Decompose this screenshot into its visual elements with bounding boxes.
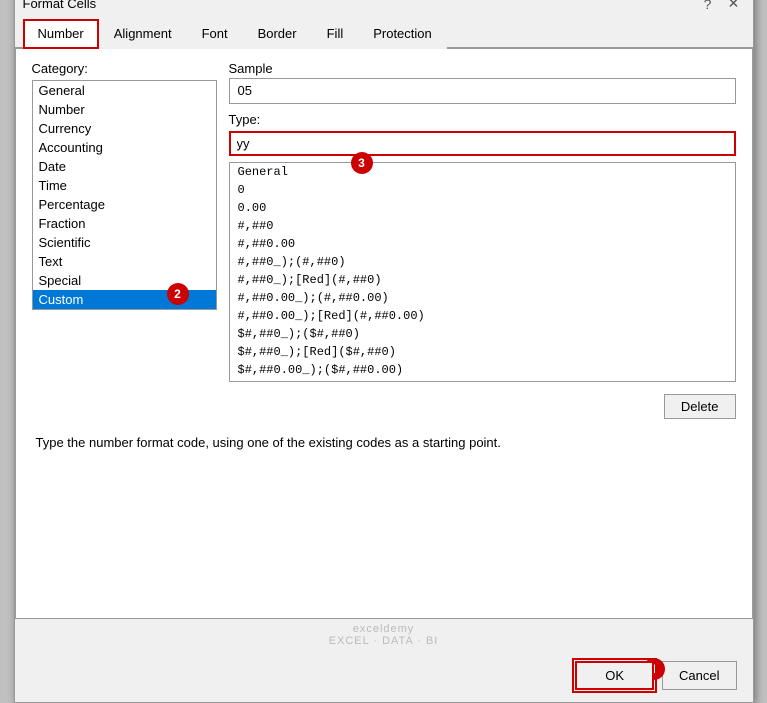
tab-fill[interactable]: Fill: [312, 19, 359, 49]
dialog-title: Format Cells: [23, 0, 97, 11]
category-item-text[interactable]: Text: [33, 252, 216, 271]
format-item-hash0[interactable]: #,##0: [230, 217, 735, 235]
title-bar: Format Cells ? ✕: [15, 0, 753, 19]
badge-3: 3: [351, 152, 373, 174]
format-item-4[interactable]: #,##0.00_);[Red](#,##0.00): [230, 307, 735, 325]
category-item-scientific[interactable]: Scientific: [33, 233, 216, 252]
tab-bar: Number Alignment Font Border Fill Protec…: [15, 19, 753, 49]
tab-alignment[interactable]: Alignment: [99, 19, 187, 49]
help-button[interactable]: ?: [697, 0, 719, 15]
category-item-number[interactable]: Number: [33, 100, 216, 119]
format-item-general[interactable]: General: [230, 163, 735, 181]
category-item-percentage[interactable]: Percentage: [33, 195, 216, 214]
tab-number[interactable]: Number: [23, 19, 99, 49]
tab-border[interactable]: Border: [243, 19, 312, 49]
format-item-7[interactable]: $#,##0.00_);($#,##0.00): [230, 361, 735, 379]
category-item-time[interactable]: Time: [33, 176, 216, 195]
watermark: exceldemy EXCEL · DATA · BI: [15, 619, 753, 649]
sample-value: 05: [229, 78, 736, 104]
badge-2: 2: [167, 283, 189, 305]
format-item-6[interactable]: $#,##0_);[Red]($#,##0): [230, 343, 735, 361]
category-item-accounting[interactable]: Accounting: [33, 138, 216, 157]
category-label: Category:: [32, 61, 217, 76]
category-item-date[interactable]: Date: [33, 157, 216, 176]
format-item-hash0.00[interactable]: #,##0.00: [230, 235, 735, 253]
watermark-logo: exceldemy: [353, 623, 415, 635]
bottom-buttons: OK Cancel: [15, 649, 753, 702]
type-input[interactable]: [229, 131, 736, 156]
category-item-currency[interactable]: Currency: [33, 119, 216, 138]
format-item-1[interactable]: #,##0_);(#,##0): [230, 253, 735, 271]
format-cells-dialog: 1 2 3 4 Format Cells ? ✕ Number Alignmen…: [14, 0, 754, 703]
format-item-2[interactable]: #,##0_);[Red](#,##0): [230, 271, 735, 289]
format-item-0[interactable]: 0: [230, 181, 735, 199]
category-item-general[interactable]: General: [33, 81, 216, 100]
cancel-button[interactable]: Cancel: [662, 661, 736, 690]
format-item-0.00[interactable]: 0.00: [230, 199, 735, 217]
footer-text: Type the number format code, using one o…: [32, 435, 736, 450]
category-item-fraction[interactable]: Fraction: [33, 214, 216, 233]
delete-button[interactable]: Delete: [664, 394, 736, 419]
type-label: Type:: [229, 112, 261, 127]
format-item-5[interactable]: $#,##0_);($#,##0): [230, 325, 735, 343]
sample-label: Sample: [229, 61, 736, 76]
watermark-sub: EXCEL · DATA · BI: [329, 635, 439, 647]
category-item-special[interactable]: Special: [33, 271, 216, 290]
close-button[interactable]: ✕: [723, 0, 745, 15]
tab-font[interactable]: Font: [187, 19, 243, 49]
format-item-3[interactable]: #,##0.00_);(#,##0.00): [230, 289, 735, 307]
ok-button[interactable]: OK: [575, 661, 654, 690]
tab-content: Category: General Number Currency Accoun…: [15, 49, 753, 619]
format-list[interactable]: General 0 0.00 #,##0 #,##0.00 #,##0_);(#…: [229, 162, 736, 382]
tab-protection[interactable]: Protection: [358, 19, 447, 49]
category-list[interactable]: General Number Currency Accounting Date …: [32, 80, 217, 310]
